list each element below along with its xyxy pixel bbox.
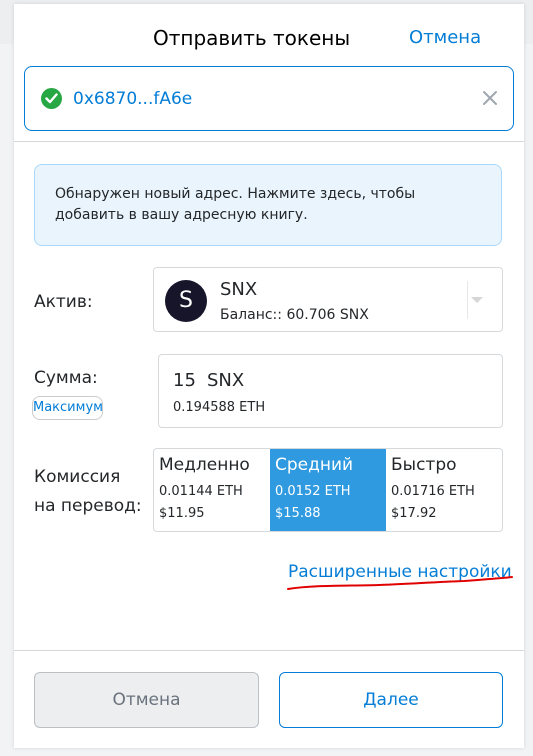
amount-value: 15 [173, 370, 196, 391]
max-amount-button[interactable]: Максимум [32, 396, 103, 420]
fee-option-eth: 0.0152 ETH [275, 484, 351, 499]
red-underline-annotation [287, 576, 513, 590]
check-circle-icon [41, 88, 62, 109]
header-divider [14, 141, 524, 142]
fee-option-slow[interactable]: Медленно 0.01144 ETH $11.95 [154, 449, 270, 531]
close-icon[interactable] [481, 89, 499, 107]
next-button[interactable]: Далее [279, 672, 503, 728]
asset-selector[interactable]: S SNX Баланс:: 60.706 SNX [153, 267, 503, 332]
recipient-address-field[interactable]: 0x6870...fA6e [24, 66, 514, 131]
fee-option-eth: 0.01144 ETH [159, 484, 243, 499]
fee-option-name: Быстро [391, 455, 457, 475]
new-address-notice[interactable]: Обнаружен новый адрес. Нажмите здесь, чт… [34, 164, 502, 246]
fee-option-usd: $11.95 [159, 506, 205, 521]
fee-option-eth: 0.01716 ETH [391, 484, 475, 499]
fee-label-line1: Комиссия [34, 467, 121, 487]
asset-balance: Баланс:: 60.706 SNX [220, 307, 369, 323]
fee-option-usd: $17.92 [391, 506, 437, 521]
fee-label-line2: на перевод: [34, 496, 142, 516]
amount-input[interactable]: 15 SNX 0.194588 ETH [158, 354, 503, 428]
asset-label: Актив: [34, 292, 93, 312]
footer-divider [14, 650, 524, 651]
fee-option-name: Средний [275, 455, 354, 475]
fee-option-usd: $15.88 [275, 506, 321, 521]
recipient-address: 0x6870...fA6e [73, 89, 193, 109]
page-title: Отправить токены [153, 26, 351, 50]
fee-option-average[interactable]: Средний 0.0152 ETH $15.88 [270, 449, 386, 531]
amount-label: Сумма: [34, 368, 98, 388]
chevron-down-icon [471, 297, 483, 303]
amount-converted: 0.194588 ETH [173, 400, 266, 415]
header-cancel-link[interactable]: Отмена [409, 27, 481, 48]
fee-option-name: Медленно [159, 455, 250, 475]
snx-token-icon: S [165, 280, 207, 322]
cancel-button[interactable]: Отмена [34, 672, 259, 728]
asset-symbol: SNX [220, 279, 258, 300]
dropdown-separator [467, 281, 468, 319]
fee-option-fast[interactable]: Быстро 0.01716 ETH $17.92 [386, 449, 502, 531]
fee-selector: Медленно 0.01144 ETH $11.95 Средний 0.01… [153, 448, 503, 532]
amount-unit: SNX [207, 370, 245, 391]
